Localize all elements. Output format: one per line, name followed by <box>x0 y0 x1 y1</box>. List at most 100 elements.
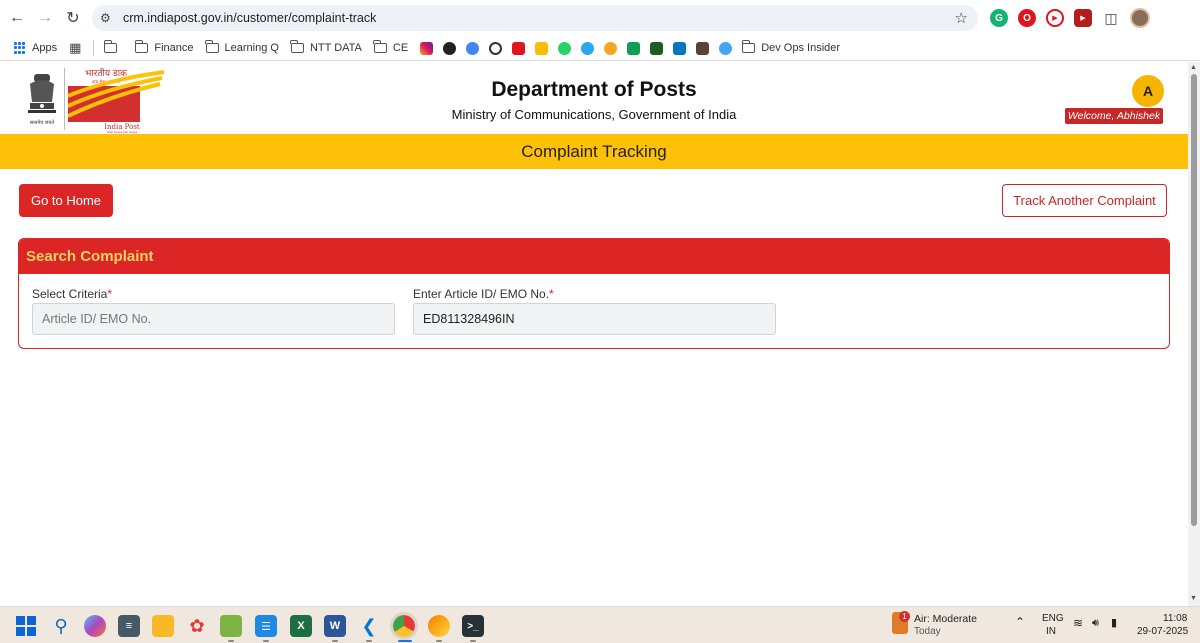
reload-icon[interactable]: ↻ <box>59 4 87 32</box>
bookmark-star-icon[interactable]: ☆ <box>955 9 968 27</box>
folder-icon <box>134 40 149 53</box>
search-complaint-header: Search Complaint <box>19 239 1169 274</box>
bookmark-label: Finance <box>154 42 194 54</box>
bookmark-folder-empty[interactable] <box>103 40 123 53</box>
language-bottom[interactable]: IN <box>1046 626 1056 638</box>
page-scrollbar[interactable]: ▲ ▼ <box>1188 62 1200 606</box>
grammarly-extension-icon[interactable]: G <box>990 9 1008 27</box>
battery-icon[interactable]: ▮ <box>1111 617 1117 629</box>
criteria-label: Select Criteria* <box>32 287 112 301</box>
excel-icon[interactable]: X <box>290 615 312 637</box>
copilot-icon[interactable] <box>84 615 106 637</box>
section-banner: Complaint Tracking <box>0 134 1188 169</box>
bookmark-apps-label: Apps <box>32 42 58 54</box>
telegram-bookmark-icon[interactable] <box>581 41 595 55</box>
chrome-icon[interactable] <box>390 612 418 640</box>
article-id-label: Enter Article ID/ EMO No.* <box>413 287 554 301</box>
bookmark-label: Dev Ops Insider <box>761 42 841 54</box>
screen-bookmark-icon[interactable] <box>673 41 687 55</box>
play-extension-icon[interactable]: ▶ <box>1046 9 1064 27</box>
folder-icon <box>290 40 304 53</box>
clock-time[interactable]: 11:08 <box>1163 613 1187 625</box>
user-avatar[interactable]: A <box>1132 75 1164 107</box>
page-content: सत्यमेव जयते भारतीय डाक डाक सेवा–जन सेवा… <box>0 62 1188 606</box>
scroll-up-arrow-icon[interactable]: ▲ <box>1190 64 1197 71</box>
word-icon[interactable]: W <box>324 615 346 637</box>
bookmark-folder-learning[interactable]: Learning Q <box>205 40 279 54</box>
instagram-bookmark-icon[interactable] <box>420 41 434 55</box>
welcome-badge: Welcome, Abhishek <box>1065 108 1163 124</box>
page-subtitle: Ministry of Communications, Government o… <box>451 107 737 122</box>
address-bar[interactable]: ⚙ crm.indiapost.gov.in/customer/complain… <box>92 5 978 31</box>
bookmark-folder-ce[interactable]: CE <box>373 40 408 54</box>
required-mark: * <box>549 287 554 301</box>
browser-toolbar: ← → ↻ ⚙ crm.indiapost.gov.in/customer/co… <box>0 0 1200 36</box>
bookmark-folder-finance[interactable]: Finance <box>134 40 194 54</box>
bookmark-folder-ntt[interactable]: NTT DATA <box>290 40 362 54</box>
opera-extension-icon[interactable]: O <box>1018 9 1036 27</box>
active-indicator <box>398 640 412 642</box>
calculator-icon[interactable]: ≡ <box>118 615 140 637</box>
vscode-icon[interactable]: ❮ <box>358 615 380 637</box>
clock-date[interactable]: 29-07-2025 <box>1137 626 1188 638</box>
video-extension-icon[interactable]: ▶ <box>1074 9 1092 27</box>
language-top[interactable]: ENG <box>1042 613 1064 625</box>
bookmark-apps[interactable]: Apps <box>14 42 57 54</box>
chart-bookmark-icon[interactable] <box>650 41 664 55</box>
app-icon[interactable] <box>428 615 450 637</box>
running-indicator <box>470 640 476 642</box>
extensions-puzzle-icon[interactable]: ◫ <box>1102 9 1120 27</box>
search-icon[interactable]: ⚲ <box>50 615 72 637</box>
whatsapp-bookmark-icon[interactable] <box>558 41 572 55</box>
pinwheel-bookmark-icon[interactable] <box>719 41 733 55</box>
wifi-icon[interactable]: ≋ <box>1073 617 1083 629</box>
volume-icon[interactable]: 🔊︎ <box>1092 617 1099 629</box>
keep-bookmark-icon[interactable] <box>535 41 549 55</box>
go-to-home-button[interactable]: Go to Home <box>19 184 113 217</box>
notification-badge: 1 <box>899 611 910 622</box>
site-settings-icon[interactable]: ⚙ <box>100 11 120 25</box>
site-header: सत्यमेव जयते भारतीय डाक डाक सेवा–जन सेवा… <box>0 62 1188 134</box>
running-indicator <box>263 640 269 642</box>
running-indicator <box>366 640 372 642</box>
back-arrow-icon[interactable]: ← <box>3 4 31 32</box>
photos-pinwheel-icon[interactable]: ✿ <box>186 615 208 637</box>
folder-icon <box>205 40 219 53</box>
extensions-bar: G O ▶ ▶ ◫ <box>990 8 1150 28</box>
search-complaint-card: Search Complaint Select Criteria* Articl… <box>18 238 1170 349</box>
tray-chevron-up-icon[interactable]: ⌃ <box>1015 616 1025 628</box>
coursera-bookmark-icon[interactable] <box>604 41 618 55</box>
folder-icon <box>373 40 387 53</box>
gemini-bookmark-icon[interactable] <box>466 41 480 55</box>
notepad-icon[interactable]: ☰ <box>255 615 277 637</box>
weather-title[interactable]: Air: Moderate <box>914 613 977 625</box>
forward-arrow-icon[interactable]: → <box>31 4 59 32</box>
threads-bookmark-icon[interactable] <box>443 41 457 55</box>
start-windows-icon[interactable] <box>15 615 37 637</box>
bookmark-label: Learning Q <box>224 42 279 54</box>
youtube-bookmark-icon[interactable] <box>512 41 526 55</box>
profile-avatar[interactable] <box>1130 8 1150 28</box>
tab-groups-icon[interactable]: ▦ <box>69 40 81 56</box>
plus-bookmark-icon[interactable] <box>627 41 641 55</box>
scroll-thumb[interactable] <box>1191 74 1197 526</box>
criteria-select[interactable]: Article ID/ EMO No. <box>32 303 395 335</box>
scroll-down-arrow-icon[interactable]: ▼ <box>1190 595 1197 602</box>
file-explorer-icon[interactable] <box>152 615 174 637</box>
article-id-input[interactable]: ED811328496IN <box>413 303 776 335</box>
bookmark-folder-devops[interactable]: Dev Ops Insider <box>741 40 841 54</box>
criteria-label-text: Select Criteria <box>32 287 108 301</box>
running-indicator <box>228 640 234 642</box>
track-another-complaint-button[interactable]: Track Another Complaint <box>1002 184 1167 217</box>
required-mark: * <box>107 287 113 301</box>
running-indicator <box>332 640 338 642</box>
openai-bookmark-icon[interactable] <box>489 41 503 55</box>
image-viewer-icon[interactable] <box>220 615 242 637</box>
page-title: Department of Posts <box>491 78 697 101</box>
apps-grid-icon <box>14 42 26 54</box>
bookmarks-bar: Apps ▦ Finance Learning Q NTT DATA CE De… <box>0 36 1200 61</box>
terminal-icon[interactable]: >_ <box>462 615 484 637</box>
folder-icon <box>741 40 756 53</box>
url-text[interactable]: crm.indiapost.gov.in/customer/complaint-… <box>123 11 376 25</box>
photo-bookmark-icon[interactable] <box>696 41 710 55</box>
